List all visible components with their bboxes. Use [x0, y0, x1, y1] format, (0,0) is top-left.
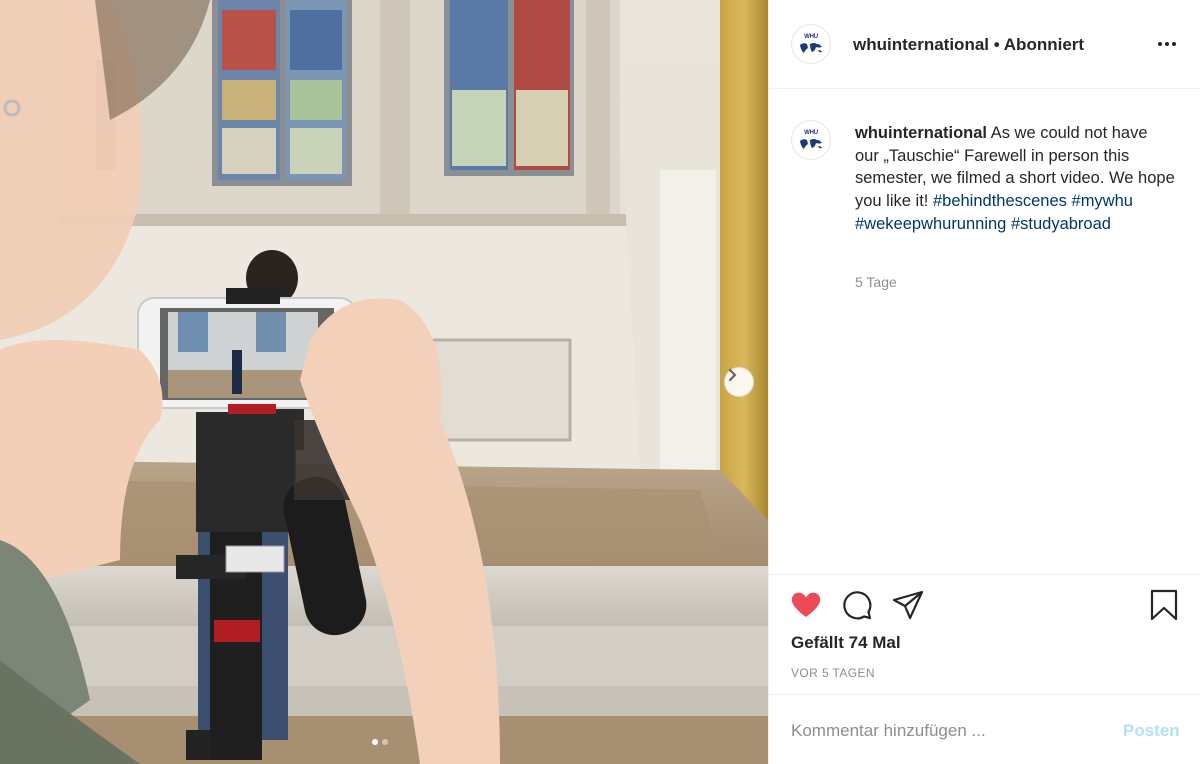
account-avatar[interactable]: WHU	[791, 24, 831, 64]
caption-timestamp[interactable]: 5 Tage	[855, 274, 897, 290]
like-button[interactable]	[789, 588, 823, 622]
world-map-icon	[800, 138, 822, 149]
bookmark-icon	[1150, 589, 1178, 621]
comment-input[interactable]	[791, 719, 1111, 743]
hashtag-link[interactable]: #behindthescenes	[933, 192, 1067, 210]
post-caption: whuinternational As we could not have ou…	[855, 122, 1175, 236]
more-options-icon	[1158, 42, 1176, 46]
post-header: WHU whuinternational • Abonniert	[769, 0, 1200, 89]
comment-bubble-icon	[843, 591, 872, 620]
chevron-right-icon	[728, 368, 737, 382]
save-button[interactable]	[1147, 588, 1181, 622]
heart-filled-icon	[791, 592, 821, 617]
post-comment-button[interactable]: Posten	[1123, 721, 1180, 741]
post-details-panel: WHU whuinternational • Abonniert WHU whu…	[768, 0, 1200, 764]
world-map-icon	[800, 42, 822, 53]
post-timestamp[interactable]: VOR 5 TAGEN	[791, 666, 875, 680]
owner-line: whuinternational • Abonniert	[853, 35, 1084, 55]
hashtag-link[interactable]: #wekeepwhurunning	[855, 215, 1006, 233]
carousel-next-button[interactable]	[724, 367, 754, 397]
post-photo[interactable]	[0, 0, 768, 764]
separator-dot: •	[993, 35, 1000, 54]
comment-form: Posten	[769, 694, 1200, 764]
account-username-link[interactable]: whuinternational	[853, 35, 989, 54]
comment-button[interactable]	[840, 588, 874, 622]
hashtag-link[interactable]: #mywhu	[1072, 192, 1133, 210]
photo-illustration	[0, 0, 768, 764]
carousel-dots	[372, 739, 388, 745]
more-options-button[interactable]	[1155, 34, 1179, 54]
share-button[interactable]	[891, 588, 925, 622]
avatar-logo-text: WHU	[804, 129, 818, 136]
paper-plane-icon	[892, 590, 924, 620]
hashtag-link[interactable]: #studyabroad	[1011, 215, 1111, 233]
like-count[interactable]: Gefällt 74 Mal	[791, 633, 901, 653]
actions-divider	[769, 574, 1200, 575]
carousel-dot	[382, 739, 388, 745]
avatar-logo-text: WHU	[804, 33, 818, 40]
caption-avatar[interactable]: WHU	[791, 120, 831, 160]
follow-status[interactable]: Abonniert	[1004, 35, 1084, 54]
caption-username-link[interactable]: whuinternational	[855, 124, 987, 142]
carousel-dot-active	[372, 739, 378, 745]
